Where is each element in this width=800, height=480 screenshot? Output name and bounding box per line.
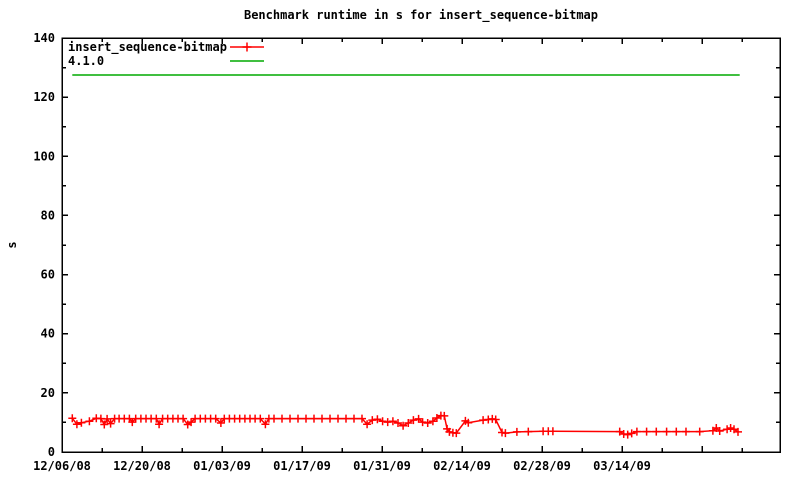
y-tick-label: 80: [41, 208, 55, 222]
legend: insert_sequence-bitmap 4.1.0: [68, 40, 264, 68]
y-tick-label: 0: [48, 445, 55, 459]
y-tick-label: 40: [41, 327, 55, 341]
x-tick-label: 01/17/09: [273, 459, 331, 473]
y-tick-label: 140: [33, 31, 55, 45]
y-tick-label: 120: [33, 90, 55, 104]
legend-label-baseline: 4.1.0: [68, 54, 105, 68]
x-tick-label: 12/06/08: [33, 459, 91, 473]
chart-container: Benchmark runtime in s for insert_sequen…: [0, 0, 800, 480]
plot-frame: [61, 37, 781, 453]
legend-label-series: insert_sequence-bitmap: [68, 40, 227, 54]
series-markers-insert_sequence-bitmap: [68, 411, 742, 439]
legend-sample-line-icon: [230, 60, 264, 62]
x-tick-label: 01/31/09: [353, 459, 411, 473]
x-tick-label: 03/14/09: [593, 459, 651, 473]
legend-item-baseline: 4.1.0: [68, 54, 264, 68]
x-tick-label: 02/14/09: [433, 459, 491, 473]
y-tick-label: 20: [41, 386, 55, 400]
x-tick-label: 01/03/09: [193, 459, 251, 473]
y-tick-label: 100: [33, 149, 55, 163]
x-tick-label: 02/28/09: [513, 459, 571, 473]
y-tick-label: 60: [41, 268, 55, 282]
x-tick-label: 12/20/08: [113, 459, 171, 473]
plot-area: 12/06/08 12/20/08 01/03/09 01/17/09 01/31/09…: [33, 31, 781, 473]
legend-item-series: insert_sequence-bitmap: [68, 40, 264, 54]
legend-sample-line-icon: [230, 42, 264, 52]
